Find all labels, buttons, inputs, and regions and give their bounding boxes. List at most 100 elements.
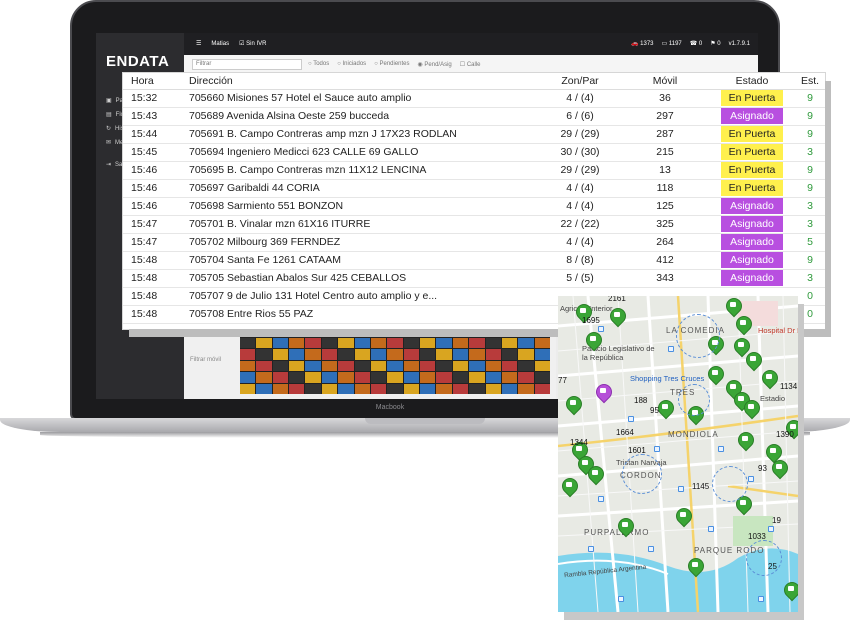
vehicle-marker-icon[interactable]: [586, 332, 600, 350]
fleet-grid-cell[interactable]: [354, 372, 370, 383]
fleet-grid-cell[interactable]: [354, 383, 370, 394]
fleet-grid-cell[interactable]: [370, 360, 387, 371]
fleet-grid-cell[interactable]: [272, 383, 289, 394]
header-zon-par[interactable]: Zon/Par: [539, 73, 621, 90]
fleet-grid-cell[interactable]: [469, 383, 485, 394]
fleet-grid-cell[interactable]: [469, 349, 485, 360]
vehicle-marker-icon[interactable]: [784, 582, 798, 600]
fleet-grid-cell[interactable]: [452, 372, 469, 383]
fleet-grid-cell[interactable]: [534, 360, 550, 371]
fleet-grid-cell[interactable]: [354, 349, 370, 360]
vehicle-marker-icon[interactable]: [588, 466, 602, 484]
fleet-grid-cell[interactable]: [272, 372, 289, 383]
vehicle-marker-icon[interactable]: [772, 460, 786, 478]
fleet-grid-cell[interactable]: [436, 372, 452, 383]
fleet-grid-cell[interactable]: [403, 349, 420, 360]
fleet-grid-cell[interactable]: [403, 372, 420, 383]
fleet-grid-cell[interactable]: [452, 360, 469, 371]
fleet-grid-cell[interactable]: [501, 372, 518, 383]
fleet-grid-cell[interactable]: [534, 372, 550, 383]
vehicle-marker-icon[interactable]: [746, 352, 760, 370]
ivr-toggle[interactable]: ☑ Sin IVR: [239, 40, 266, 47]
fleet-grid-cell[interactable]: [452, 383, 469, 394]
fleet-grid-cell[interactable]: [534, 337, 550, 348]
vehicle-marker-icon[interactable]: [658, 400, 672, 418]
fleet-grid-cell[interactable]: [240, 360, 256, 371]
fleet-grid-cell[interactable]: [321, 349, 338, 360]
fleet-grid-cell[interactable]: [272, 337, 289, 348]
fleet-grid-cell[interactable]: [534, 383, 550, 394]
fleet-grid-cell[interactable]: [518, 360, 534, 371]
fleet-grid-cell[interactable]: [370, 337, 387, 348]
order-row[interactable]: 15:45 705694 Ingeniero Medicci 623 CALLE …: [123, 143, 825, 162]
fleet-grid-cell[interactable]: [305, 360, 321, 371]
fleet-grid-cell[interactable]: [256, 372, 272, 383]
fleet-grid-cell[interactable]: [485, 383, 501, 394]
filter-option-calle[interactable]: ☐ Calle: [460, 61, 481, 68]
filter-input[interactable]: Filtrar: [192, 59, 302, 70]
vehicle-marker-icon[interactable]: [676, 508, 690, 526]
fleet-grid-cell[interactable]: [240, 337, 256, 348]
fleet-grid-cell[interactable]: [469, 372, 485, 383]
fleet-grid-cell[interactable]: [321, 372, 338, 383]
fleet-grid-cell[interactable]: [436, 383, 452, 394]
header-direccion[interactable]: Dirección: [185, 73, 539, 90]
fleet-grid-cell[interactable]: [305, 349, 321, 360]
fleet-grid-cell[interactable]: [420, 349, 436, 360]
vehicle-marker-icon[interactable]: [708, 366, 722, 384]
fleet-grid-cell[interactable]: [305, 337, 321, 348]
fleet-grid-cell[interactable]: [289, 360, 305, 371]
order-row[interactable]: 15:47 705702 Milbourg 369 FERNDEZ 4 / (4) 2…: [123, 233, 825, 252]
fleet-grid-cell[interactable]: [256, 360, 272, 371]
fleet-grid-cell[interactable]: [518, 383, 534, 394]
vehicle-marker-icon[interactable]: [726, 298, 740, 316]
fleet-grid-cell[interactable]: [289, 337, 305, 348]
vehicle-marker-icon[interactable]: [562, 478, 576, 496]
header-hora[interactable]: Hora: [123, 73, 185, 90]
fleet-grid-cell[interactable]: [469, 360, 485, 371]
fleet-grid-cell[interactable]: [403, 337, 420, 348]
fleet-grid-cell[interactable]: [518, 349, 534, 360]
cluster-circle[interactable]: [678, 384, 710, 416]
fleet-grid-cell[interactable]: [240, 349, 256, 360]
fleet-grid-cell[interactable]: [354, 360, 370, 371]
selected-vehicle-marker-icon[interactable]: [596, 384, 610, 402]
fleet-grid-cell[interactable]: [256, 383, 272, 394]
fleet-grid-cell[interactable]: [256, 337, 272, 348]
fleet-grid-cell[interactable]: [387, 360, 403, 371]
fleet-grid-cell[interactable]: [485, 360, 501, 371]
fleet-grid-cell[interactable]: [485, 349, 501, 360]
vehicle-marker-icon[interactable]: [618, 518, 632, 536]
fleet-grid-cell[interactable]: [240, 372, 256, 383]
fleet-grid-cell[interactable]: [370, 349, 387, 360]
fleet-grid-cell[interactable]: [272, 360, 289, 371]
fleet-grid-cell[interactable]: [289, 372, 305, 383]
header-estado[interactable]: Estado: [709, 73, 795, 90]
fleet-grid-cell[interactable]: [452, 337, 469, 348]
fleet-grid-cell[interactable]: [436, 349, 452, 360]
fleet-grid-cell[interactable]: [485, 337, 501, 348]
fleet-grid-cell[interactable]: [321, 383, 338, 394]
order-row[interactable]: 15:44 705691 B. Campo Contreras amp mzn J…: [123, 125, 825, 144]
fleet-grid-cell[interactable]: [387, 383, 403, 394]
fleet-grid-cell[interactable]: [501, 360, 518, 371]
fleet-grid-cell[interactable]: [338, 372, 354, 383]
fleet-grid-cell[interactable]: [420, 337, 436, 348]
fleet-grid-cell[interactable]: [403, 383, 420, 394]
fleet-grid-cell[interactable]: [420, 383, 436, 394]
order-row[interactable]: 15:48 705705 Sebastian Abalos Sur 425 CEB…: [123, 269, 825, 288]
fleet-grid-cell[interactable]: [370, 372, 387, 383]
fleet-grid-cell[interactable]: [420, 360, 436, 371]
order-row[interactable]: 15:32 705660 Misiones 57 Hotel el Sauce a…: [123, 89, 825, 108]
fleet-grid-cell[interactable]: [289, 383, 305, 394]
fleet-grid-cell[interactable]: [436, 337, 452, 348]
fleet-grid-cell[interactable]: [501, 383, 518, 394]
order-row[interactable]: 15:43 705689 Avenida Alsina Oeste 259 buc…: [123, 107, 825, 126]
header-movil[interactable]: Móvil: [621, 73, 709, 90]
map-panel[interactable]: LA COMEDIA TRES MONDIOLA CORDON Tristan …: [558, 296, 798, 612]
order-row[interactable]: 15:46 705698 Sarmiento 551 BONZON 4 / (4) 1…: [123, 197, 825, 216]
fleet-grid-cell[interactable]: [338, 349, 354, 360]
fleet-grid-cell[interactable]: [240, 383, 256, 394]
fleet-grid-cell[interactable]: [338, 383, 354, 394]
order-row[interactable]: 15:46 705697 Garibaldi 44 CORIA 4 / (4) 118…: [123, 179, 825, 198]
